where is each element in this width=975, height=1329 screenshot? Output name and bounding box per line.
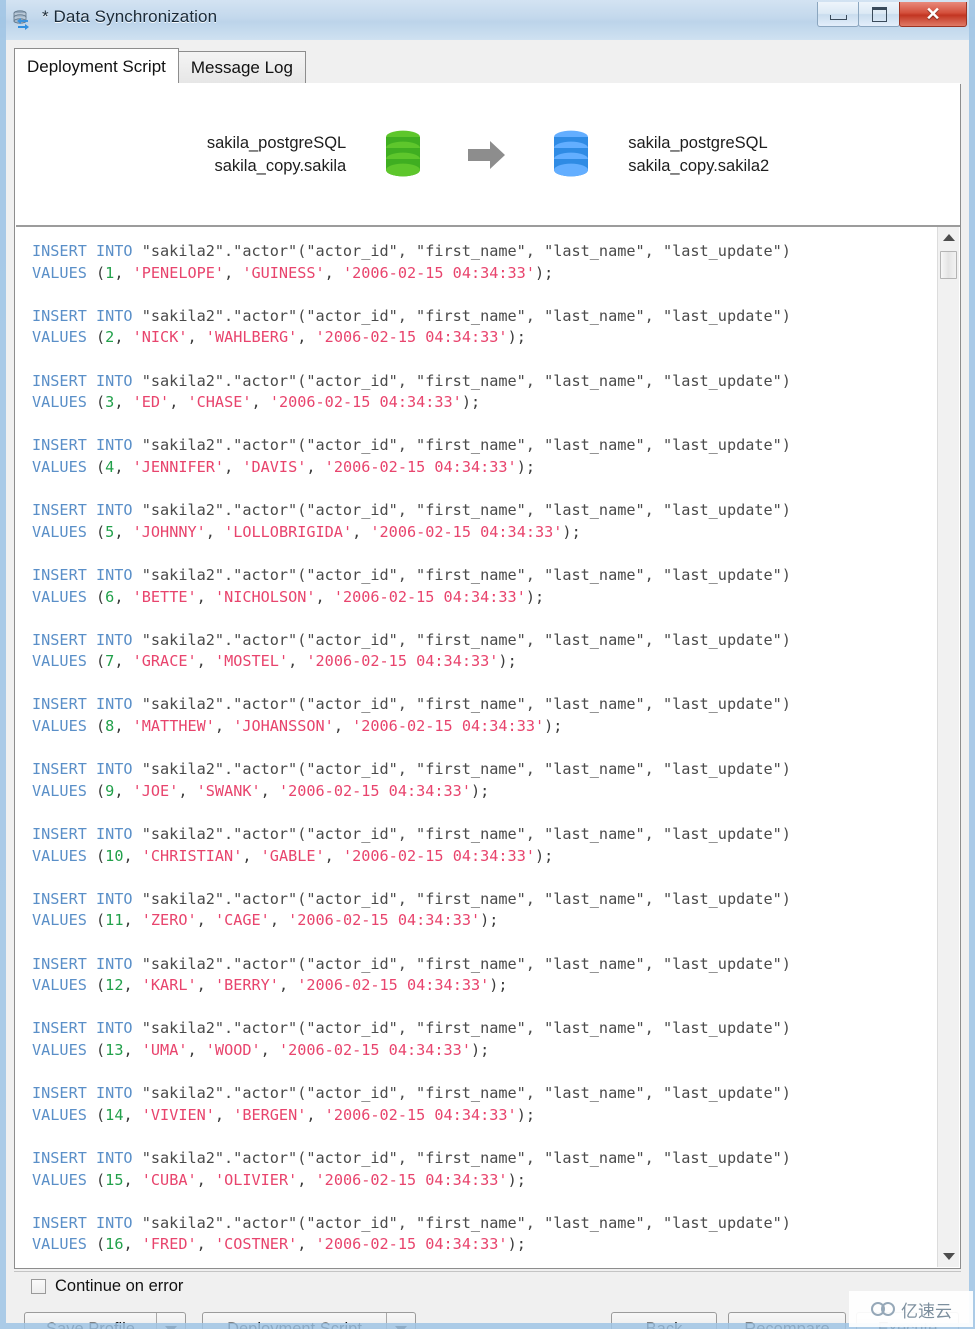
- client-area: Deployment Script Message Log sakila_pos…: [6, 40, 969, 1329]
- tab-deployment-script[interactable]: Deployment Script: [14, 48, 179, 85]
- source-db-schema: sakila_copy.sakila: [214, 157, 347, 175]
- scroll-up-arrow[interactable]: [938, 227, 959, 248]
- scroll-down-arrow[interactable]: [938, 1246, 959, 1267]
- target-db-name: sakila_postgreSQL: [628, 133, 768, 152]
- tab-label: Deployment Script: [27, 57, 166, 76]
- source-db-labels: sakila_postgreSQL sakila_copy.sakila: [207, 132, 346, 179]
- sql-script-text: INSERT INTO "sakila2"."actor"("actor_id"…: [32, 242, 791, 1254]
- app-root: * Data Synchronization ✕ Deployment Scri…: [0, 0, 975, 1329]
- source-database-icon: [380, 129, 426, 181]
- target-db-schema: sakila_copy.sakila2: [628, 157, 770, 175]
- cloud-logo-icon: [871, 1302, 895, 1316]
- deployment-script-editor[interactable]: INSERT INTO "sakila2"."actor"("actor_id"…: [16, 227, 960, 1267]
- arrow-right-icon: [466, 138, 508, 172]
- scroll-thumb[interactable]: [940, 251, 957, 279]
- triangle-up-icon: [942, 234, 955, 241]
- tab-message-log[interactable]: Message Log: [177, 51, 306, 84]
- tab-panel-deployment-script: sakila_postgreSQL sakila_copy.sakila sak…: [14, 84, 961, 1269]
- sync-summary-header: sakila_postgreSQL sakila_copy.sakila sak…: [16, 85, 960, 225]
- target-db-labels: sakila_postgreSQL sakila_copy.sakila2: [628, 132, 769, 179]
- target-database-icon: [548, 129, 594, 181]
- tab-active-mask: [15, 83, 960, 85]
- source-db-name: sakila_postgreSQL: [206, 133, 347, 152]
- watermark-text: 亿速云: [901, 1301, 952, 1322]
- triangle-down-icon: [942, 1253, 955, 1260]
- tab-label: Message Log: [190, 58, 293, 77]
- editor-vertical-scrollbar[interactable]: [937, 227, 959, 1267]
- watermark: 亿速云: [849, 1291, 973, 1327]
